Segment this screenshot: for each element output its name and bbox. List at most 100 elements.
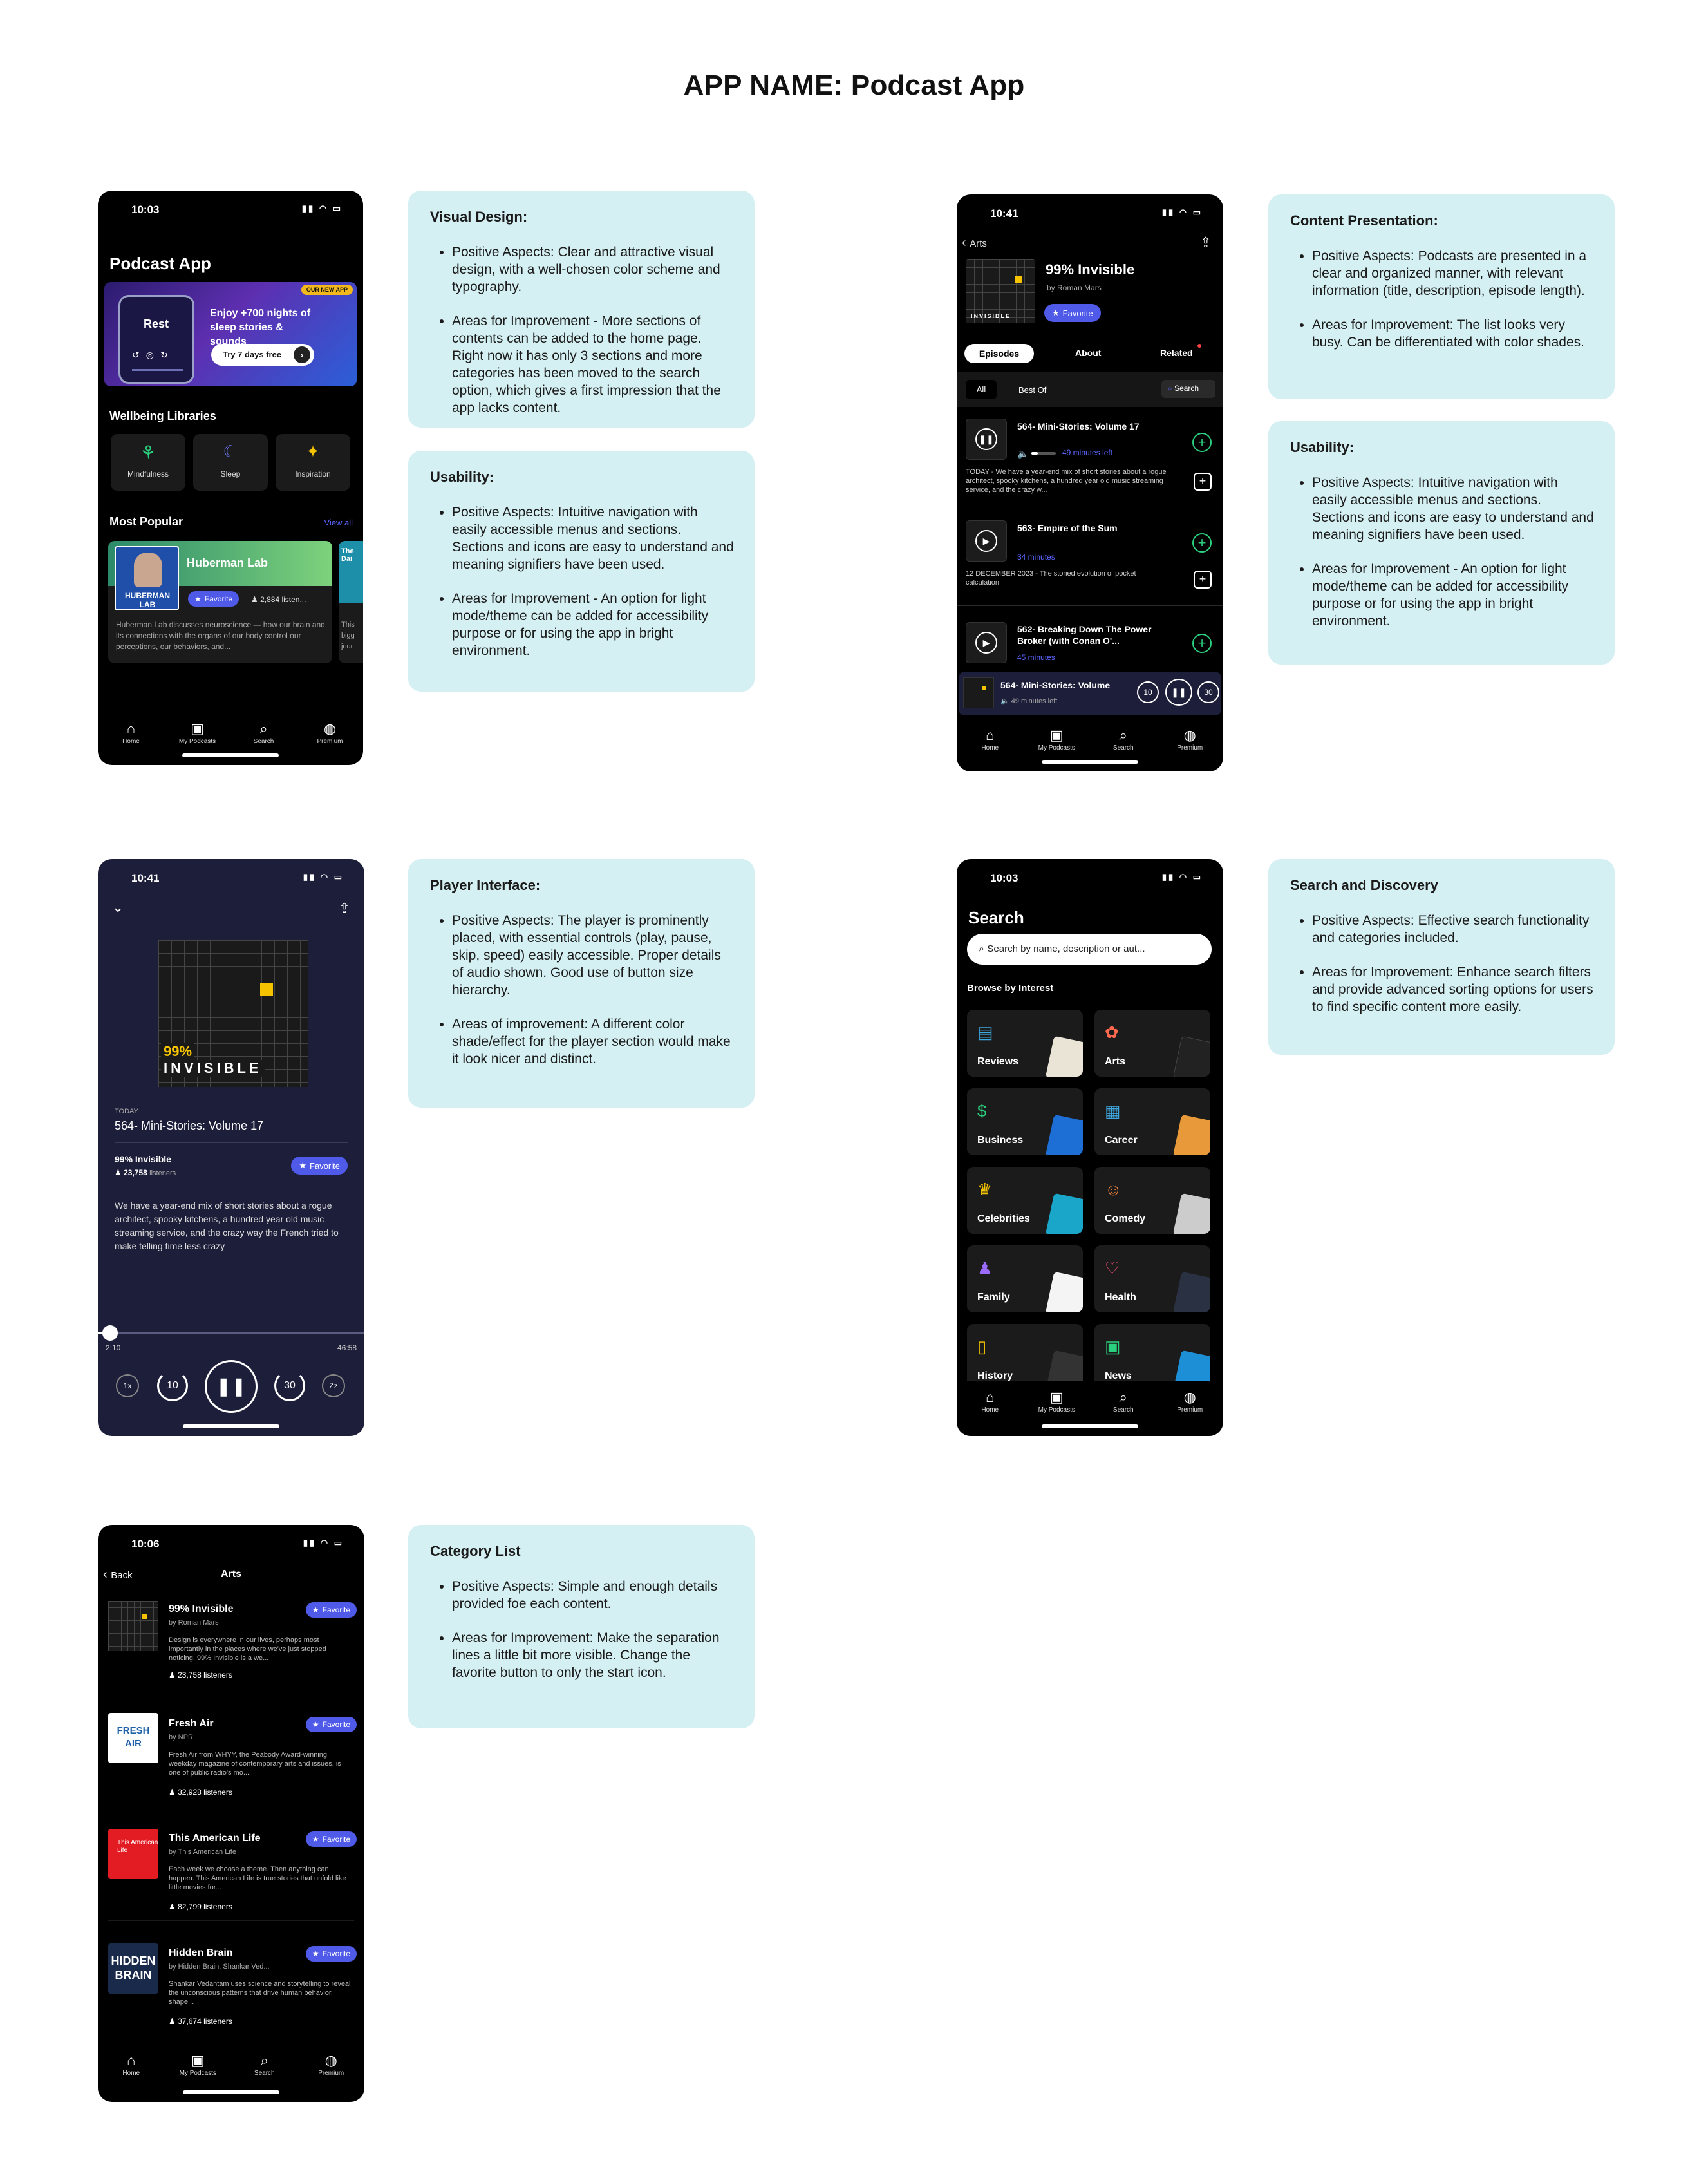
favorite-button[interactable]: ★ Favorite	[291, 1157, 348, 1175]
episode-search[interactable]: ⌕ Search	[1161, 380, 1215, 398]
tab-my-podcasts[interactable]: ▣ My Podcasts	[1024, 1388, 1089, 1413]
note-search-discovery: Search and Discovery Positive Aspects: E…	[1268, 859, 1615, 1055]
divider	[115, 1142, 348, 1143]
note-title: Player Interface:	[430, 877, 541, 893]
tab-my-podcasts[interactable]: ▣ My Podcasts	[1024, 726, 1089, 752]
tab-search[interactable]: ⌕ Search	[1091, 726, 1156, 752]
favorite-button[interactable]: ★ Favorite	[305, 1602, 357, 1618]
note-title: Usability:	[1290, 439, 1355, 455]
tab-my-podcasts[interactable]: ▣ My Podcasts	[165, 2052, 230, 2077]
tab-home[interactable]: ⌂ Home	[958, 726, 1022, 752]
star-icon: ★	[1052, 308, 1060, 317]
pause-icon[interactable]: ❚❚	[1165, 679, 1192, 706]
tab-premium[interactable]: ◍ Premium	[1158, 726, 1222, 752]
back-button[interactable]: ‹ Arts	[962, 236, 987, 251]
chevron-down-icon[interactable]: ⌄	[112, 899, 124, 916]
tab-about[interactable]: About	[1075, 348, 1101, 358]
share-icon[interactable]: ⇪	[339, 900, 350, 917]
tab-premium[interactable]: ◍ Premium	[298, 720, 362, 745]
play-pause-button[interactable]: ❚❚	[205, 1360, 258, 1413]
play-icon[interactable]: ▶	[975, 530, 997, 552]
favorite-button[interactable]: ★ Favorite	[305, 1946, 357, 1962]
tab-premium[interactable]: ◍ Premium	[299, 2052, 363, 2077]
category-arts[interactable]: ✿ Arts	[1094, 1010, 1210, 1077]
banner-cta-button[interactable]: Try 7 days free ›	[211, 344, 314, 366]
tab-premium[interactable]: ◍ Premium	[1158, 1388, 1222, 1413]
home-indicator	[182, 753, 279, 757]
mini-player[interactable]: 564- Mini-Stories: Volume 🔈 49 minutes l…	[959, 672, 1221, 715]
status-icons: ▮▮ ◠ ▭	[1161, 207, 1203, 217]
library-inspiration[interactable]: ✦ Inspiration	[276, 434, 350, 491]
play-icon[interactable]: ▶	[975, 632, 997, 654]
category-business[interactable]: $ Business	[967, 1088, 1083, 1155]
filter-all[interactable]: All	[966, 380, 997, 399]
popular-card-huberman[interactable]: HUBERMAN LAB Huberman Lab ★ Favorite ♟ 2,…	[108, 541, 332, 663]
status-icons: ▮▮ ◠ ▭	[303, 1538, 344, 1547]
tab-home[interactable]: ⌂ Home	[99, 2052, 164, 2077]
share-icon[interactable]: ⇪	[1200, 234, 1212, 251]
library-sleep[interactable]: ☾ Sleep	[193, 434, 268, 491]
tab-related[interactable]: Related	[1160, 348, 1193, 358]
view-all-link[interactable]: View all	[324, 518, 353, 527]
person-icon: ♟	[169, 1788, 178, 1797]
note-item: Positive Aspects: Podcasts are presented…	[1312, 247, 1595, 299]
popular-card-partial[interactable]: The Dai This bigg jour	[339, 541, 363, 663]
tab-episodes[interactable]: Episodes	[964, 344, 1034, 363]
browse-title: Browse by Interest	[967, 983, 1054, 994]
note-title: Visual Design:	[430, 209, 528, 225]
tab-search[interactable]: ⌕ Search	[232, 2052, 297, 2077]
show-name[interactable]: 99% Invisible	[115, 1154, 171, 1164]
podcast-author: by Roman Mars	[169, 1619, 219, 1627]
category-career[interactable]: ▦ Career	[1094, 1088, 1210, 1155]
add-to-playlist-icon[interactable]: +	[1194, 473, 1212, 491]
progress-scrubber[interactable]	[102, 1325, 118, 1341]
forward-30-button[interactable]: 30	[274, 1370, 305, 1401]
podcast-listeners: ♟ 82,799 listeners	[169, 1902, 232, 1911]
add-to-queue-icon[interactable]: +	[1192, 634, 1212, 653]
add-to-queue-icon[interactable]: +	[1192, 433, 1212, 452]
category-health[interactable]: ♡ Health	[1094, 1245, 1210, 1312]
note-title: Usability:	[430, 469, 494, 485]
search-input[interactable]: ⌕ Search by name, description or aut...	[967, 934, 1212, 965]
category-reviews[interactable]: ▤ Reviews	[967, 1010, 1083, 1077]
forward-30-icon[interactable]: 30	[1197, 681, 1219, 703]
note-visual-design: Visual Design: Positive Aspects: Clear a…	[408, 191, 755, 428]
sleep-timer-button[interactable]: Zz	[322, 1374, 345, 1397]
podcast-title[interactable]: Fresh Air	[169, 1718, 214, 1730]
promo-banner[interactable]: OUR NEW APP Rest ↺◎↻ Enjoy +700 nights o…	[104, 282, 357, 386]
tab-home[interactable]: ⌂ Home	[99, 720, 164, 745]
episode-title[interactable]: 563- Empire of the Sum	[1017, 523, 1178, 533]
card-favorite-button[interactable]: ★ Favorite	[188, 591, 239, 607]
progress-track[interactable]	[98, 1325, 364, 1341]
podcast-title[interactable]: Hidden Brain	[169, 1947, 233, 1959]
add-to-queue-icon[interactable]: +	[1192, 533, 1212, 553]
tab-search[interactable]: ⌕ Search	[232, 720, 296, 745]
money-icon: $	[977, 1101, 987, 1120]
tab-home[interactable]: ⌂ Home	[958, 1388, 1022, 1413]
category-family[interactable]: ♟ Family	[967, 1245, 1083, 1312]
episode-title[interactable]: 562- Breaking Down The Power Broker (wit…	[1017, 623, 1172, 647]
mini-player-thumb	[963, 677, 994, 708]
podcast-author: by Roman Mars	[1047, 283, 1102, 292]
category-comedy[interactable]: ☺ Comedy	[1094, 1167, 1210, 1234]
rewind-10-icon[interactable]: 10	[1137, 681, 1159, 703]
favorite-button[interactable]: ★ Favorite	[305, 1831, 357, 1847]
pause-icon[interactable]: ❚❚	[975, 428, 997, 450]
podcast-title[interactable]: This American Life	[169, 1833, 261, 1844]
add-to-playlist-icon[interactable]: +	[1194, 571, 1212, 589]
note-usability-2: Usability: Positive Aspects: Intuitive n…	[1268, 421, 1615, 665]
episode-day: TODAY	[115, 1108, 138, 1115]
episode-title[interactable]: 564- Mini-Stories: Volume 17	[1017, 421, 1178, 431]
library-mindfulness[interactable]: ⚘ Mindfulness	[111, 434, 185, 491]
favorite-button[interactable]: ★ Favorite	[1044, 304, 1101, 322]
status-time: 10:41	[990, 207, 1018, 220]
rewind-10-button[interactable]: 10	[157, 1370, 188, 1401]
category-celebrities[interactable]: ♛ Celebrities	[967, 1167, 1083, 1234]
search-title: Search	[968, 908, 1024, 927]
favorite-button[interactable]: ★ Favorite	[305, 1717, 357, 1732]
tab-my-podcasts[interactable]: ▣ My Podcasts	[165, 720, 230, 745]
podcast-title[interactable]: 99% Invisible	[169, 1603, 234, 1615]
speed-button[interactable]: 1x	[116, 1374, 139, 1397]
tab-search[interactable]: ⌕ Search	[1091, 1388, 1156, 1413]
filter-best-of[interactable]: Best Of	[1018, 385, 1046, 395]
